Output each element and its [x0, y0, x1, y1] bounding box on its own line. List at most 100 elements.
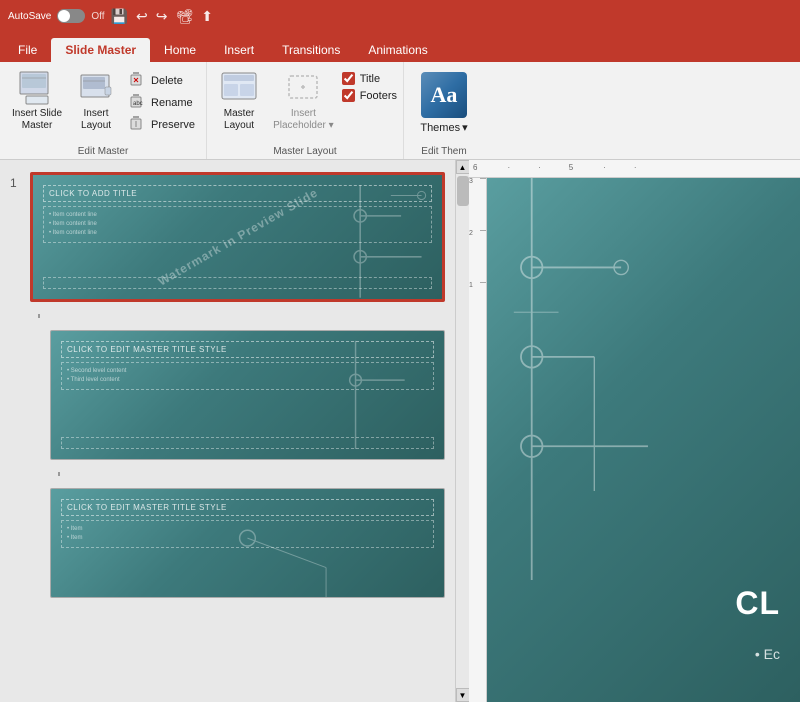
- themes-button[interactable]: Aa Themes ▾: [410, 66, 477, 140]
- themes-label-row: Themes ▾: [420, 121, 467, 134]
- tab-insert[interactable]: Insert: [210, 38, 268, 62]
- ruler-mark-5: 5: [569, 163, 573, 172]
- connector-1: [30, 314, 445, 318]
- themes-label: Themes: [420, 122, 460, 134]
- ruler-mark-v-1: 1: [469, 282, 486, 318]
- ruler-mark-v-3: 3: [469, 178, 486, 214]
- title-checkbox[interactable]: [342, 72, 355, 85]
- ribbon-group-master-layout: MasterLayout InsertPlaceholder ▾ Title: [207, 62, 404, 159]
- svg-text:abc: abc: [133, 101, 143, 107]
- ruler-tick-v-2: [480, 230, 486, 231]
- scroll-area: ▲ ▼: [455, 160, 469, 702]
- master-layout-button[interactable]: MasterLayout: [213, 66, 265, 136]
- autosave-toggle[interactable]: [57, 9, 85, 23]
- insert-placeholder-button[interactable]: InsertPlaceholder ▾: [267, 66, 340, 136]
- slide-1-circuit: [33, 175, 442, 302]
- rename-button[interactable]: abc Rename: [124, 92, 200, 113]
- insert-slide-master-icon: [17, 70, 57, 106]
- ruler-horizontal: 6 · · 5 · ·: [469, 160, 800, 178]
- rename-label: Rename: [151, 97, 193, 109]
- editor-canvas[interactable]: CL • Ec: [487, 178, 800, 702]
- editor-panel: 6 · · 5 · · 3 2: [469, 160, 800, 702]
- autosave-state: Off: [91, 11, 104, 22]
- ruler-tick-v-1: [480, 282, 486, 283]
- ruler-tick-2: ·: [538, 163, 541, 172]
- preserve-icon: [129, 116, 147, 133]
- tab-transitions[interactable]: Transitions: [268, 38, 354, 62]
- upload-icon[interactable]: ⬆: [201, 8, 213, 25]
- master-layout-group-label: Master Layout: [273, 146, 336, 157]
- edit-themes-label: Edit Them: [421, 146, 466, 157]
- title-bar-left: AutoSave Off: [8, 9, 105, 23]
- autosave-knob: [58, 10, 70, 22]
- ruler-tick-1: ·: [507, 163, 510, 172]
- delete-button[interactable]: Delete: [124, 70, 200, 91]
- scroll-thumb[interactable]: [457, 176, 469, 206]
- ruler-vertical: 3 2 1: [469, 178, 487, 702]
- title-check-item[interactable]: Title: [342, 72, 397, 85]
- insert-layout-button[interactable]: InsertLayout: [70, 66, 122, 136]
- tab-slide-master[interactable]: Slide Master: [51, 38, 150, 62]
- footers-check-label: Footers: [360, 90, 397, 102]
- themes-content: Aa Themes ▾: [410, 66, 477, 144]
- slide-3-circuit: [51, 489, 444, 597]
- save-icon[interactable]: 💾: [111, 8, 128, 25]
- preserve-button[interactable]: Preserve: [124, 114, 200, 135]
- present-icon[interactable]: 📽: [175, 8, 193, 25]
- slide-preview-title: CL: [735, 585, 780, 622]
- master-layout-icon: [219, 70, 259, 106]
- scroll-down-button[interactable]: ▼: [456, 688, 470, 702]
- master-layout-checks: Title Footers: [342, 72, 397, 102]
- insert-slide-master-label: Insert SlideMaster: [12, 108, 62, 132]
- main-area: 1 CLICK TO ADD TITLE • Item content line…: [0, 160, 800, 702]
- ruler-v-content: 3 2 1: [469, 178, 486, 318]
- tab-file[interactable]: File: [4, 38, 51, 62]
- insert-placeholder-icon: [283, 70, 323, 106]
- slide-thumb-3[interactable]: CLICK TO EDIT MASTER TITLE STYLE • Item …: [50, 488, 445, 598]
- slide-item-3: CLICK TO EDIT MASTER TITLE STYLE • Item …: [10, 488, 445, 598]
- scroll-track: [456, 174, 470, 688]
- slide-panel: 1 CLICK TO ADD TITLE • Item content line…: [0, 160, 455, 702]
- tab-home[interactable]: Home: [150, 38, 210, 62]
- ruler-mark-v-2: 2: [469, 230, 486, 266]
- footers-checkbox[interactable]: [342, 89, 355, 102]
- ruler-tick-4: ·: [634, 163, 637, 172]
- title-check-label: Title: [360, 73, 380, 85]
- insert-placeholder-label: InsertPlaceholder ▾: [273, 108, 334, 132]
- slide-list: 1 CLICK TO ADD TITLE • Item content line…: [0, 160, 455, 702]
- slide-number-2: [10, 330, 24, 348]
- footers-check-item[interactable]: Footers: [342, 89, 397, 102]
- slide-number-3: [10, 488, 24, 506]
- autosave-label: AutoSave: [8, 11, 51, 22]
- slide-thumb-1[interactable]: CLICK TO ADD TITLE • Item content line •…: [30, 172, 445, 302]
- themes-icon: Aa: [421, 72, 467, 118]
- title-bar: AutoSave Off 💾 ↩ ↪ 📽 ⬆: [0, 0, 800, 32]
- edit-master-content: Insert SlideMaster InsertLayout: [6, 66, 200, 144]
- ribbon: Insert SlideMaster InsertLayout: [0, 62, 800, 160]
- slide-thumb-2[interactable]: CLICK TO EDIT MASTER TITLE STYLE • Secon…: [50, 330, 445, 460]
- connector-2: [30, 472, 445, 476]
- tab-animations[interactable]: Animations: [354, 38, 441, 62]
- redo-icon[interactable]: ↪: [156, 8, 168, 25]
- insert-layout-label: InsertLayout: [81, 108, 111, 132]
- scroll-up-button[interactable]: ▲: [456, 160, 470, 174]
- insert-slide-master-button[interactable]: Insert SlideMaster: [6, 66, 68, 136]
- ruler-tick-3: ·: [603, 163, 606, 172]
- slide-item-2: CLICK TO EDIT MASTER TITLE STYLE • Secon…: [10, 330, 445, 460]
- master-layout-content: MasterLayout InsertPlaceholder ▾ Title: [213, 66, 397, 144]
- ribbon-group-themes: Aa Themes ▾ Edit Them: [404, 62, 484, 159]
- edit-master-label: Edit Master: [78, 146, 129, 157]
- title-bar-icons: 💾 ↩ ↪ 📽 ⬆: [111, 8, 213, 25]
- slide-preview-large: CL • Ec: [487, 178, 800, 702]
- slide-preview-bullet: • Ec: [755, 646, 780, 662]
- themes-icon-text: Aa: [431, 82, 458, 108]
- ribbon-tabs: File Slide Master Home Insert Transition…: [0, 32, 800, 62]
- themes-dropdown-icon: ▾: [462, 121, 468, 134]
- edit-master-small-btns: Delete abc Rename Preserve: [124, 70, 200, 135]
- slide-number-1: 1: [10, 172, 24, 190]
- ruler-mark-6: 6: [473, 163, 477, 172]
- ruler-tick-v-3: [480, 178, 486, 179]
- master-layout-label: MasterLayout: [224, 108, 255, 132]
- undo-icon[interactable]: ↩: [136, 8, 148, 25]
- slide-preview-circuit-svg: [487, 178, 800, 580]
